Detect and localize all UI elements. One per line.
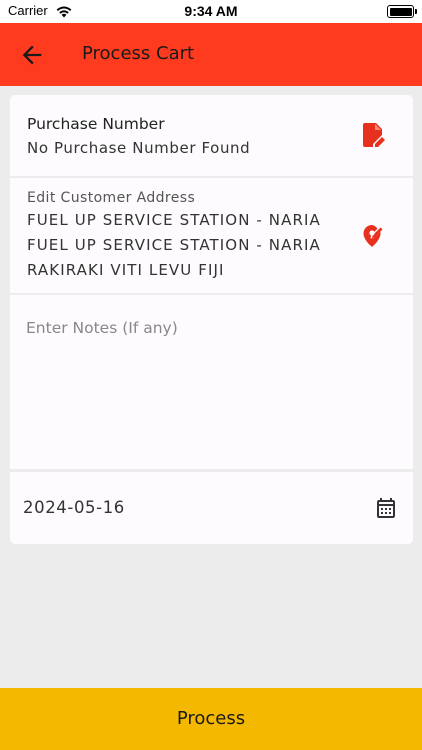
notes-input[interactable] xyxy=(20,313,400,453)
calendar-icon[interactable] xyxy=(374,496,398,520)
address-line: RAKIRAKI VITI LEVU FIJI xyxy=(27,261,225,279)
date-card[interactable]: 2024-05-16 xyxy=(10,472,413,544)
page-title: Process Cart xyxy=(82,43,195,64)
customer-address-card[interactable]: Edit Customer Address FUEL UP SERVICE ST… xyxy=(10,178,413,293)
purchase-number-card: Purchase Number No Purchase Number Found xyxy=(10,95,413,176)
clock: 9:34 AM xyxy=(184,3,238,19)
edit-document-icon[interactable] xyxy=(363,123,385,147)
address-line: FUEL UP SERVICE STATION - NARIA xyxy=(27,211,321,229)
process-button[interactable]: Process xyxy=(0,688,422,750)
battery-icon xyxy=(387,5,417,18)
app-bar: Process Cart xyxy=(0,23,422,86)
purchase-number-value: No Purchase Number Found xyxy=(27,139,251,157)
purchase-number-label: Purchase Number xyxy=(27,115,165,133)
address-line: FUEL UP SERVICE STATION - NARIA xyxy=(27,236,321,254)
edit-location-icon[interactable] xyxy=(361,222,385,248)
notes-card xyxy=(10,295,413,469)
status-bar: Carrier 9:34 AM xyxy=(0,0,422,23)
date-value: 2024-05-16 xyxy=(23,498,125,517)
edit-address-label: Edit Customer Address xyxy=(27,190,196,206)
arrow-left-icon[interactable] xyxy=(18,41,46,69)
